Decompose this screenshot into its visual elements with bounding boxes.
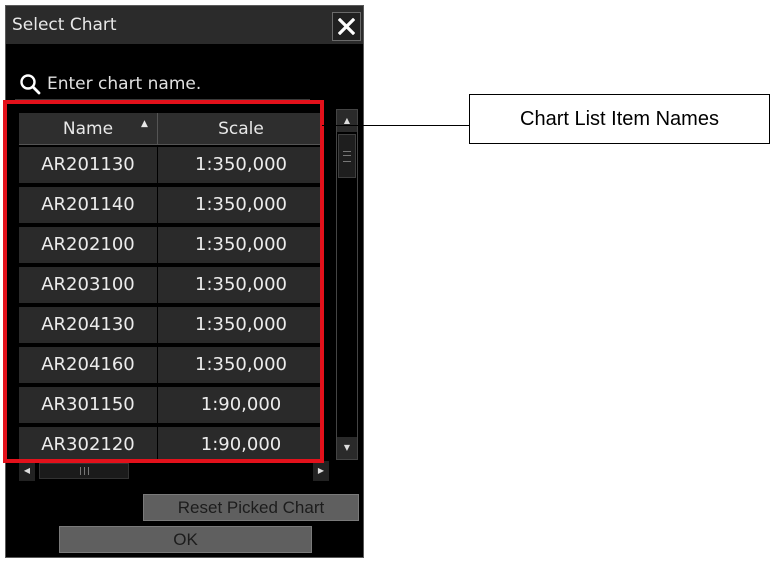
vertical-scroll-thumb[interactable] <box>338 134 356 178</box>
scroll-down-button[interactable]: ▼ <box>337 437 357 459</box>
highlight-frame <box>3 100 324 463</box>
close-icon <box>338 18 355 35</box>
vertical-scrollbar[interactable]: ▲ ▼ <box>336 109 358 460</box>
reset-picked-chart-button[interactable]: Reset Picked Chart <box>143 494 359 521</box>
callout-label: Chart List Item Names <box>520 108 719 130</box>
scroll-left-button[interactable]: ◀ <box>19 461 35 481</box>
search-box[interactable] <box>15 67 310 100</box>
ok-button[interactable]: OK <box>59 526 312 553</box>
search-icon <box>20 74 41 95</box>
grip-icon <box>80 467 89 475</box>
dialog-title: Select Chart <box>12 15 117 35</box>
arrow-up-icon: ▲ <box>343 116 351 125</box>
scroll-up-button[interactable]: ▲ <box>337 110 357 132</box>
callout-box: Chart List Item Names <box>469 94 770 144</box>
horizontal-scroll-thumb[interactable] <box>39 463 129 479</box>
grip-icon <box>343 151 351 162</box>
title-bar: Select Chart <box>6 6 363 44</box>
arrow-right-icon: ▶ <box>317 466 325 475</box>
arrow-down-icon: ▼ <box>343 443 351 452</box>
scroll-right-button[interactable]: ▶ <box>313 461 329 481</box>
horizontal-scrollbar[interactable]: ◀ ▶ <box>19 461 329 481</box>
callout-leader-line <box>322 125 469 126</box>
search-input[interactable] <box>47 72 302 96</box>
arrow-left-icon: ◀ <box>23 466 31 475</box>
close-button[interactable] <box>332 12 361 41</box>
